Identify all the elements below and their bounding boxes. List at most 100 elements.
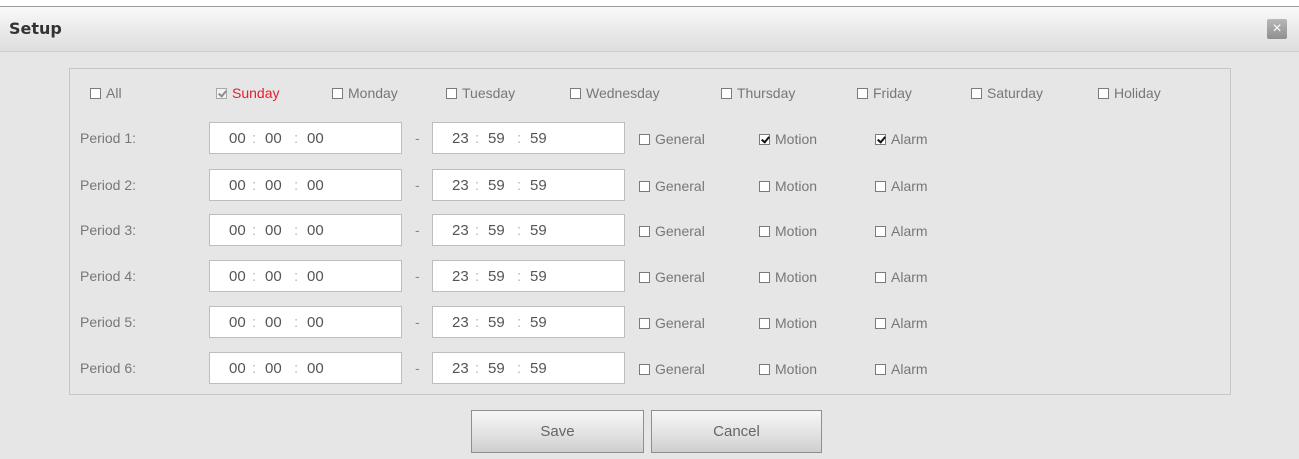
save-button[interactable]: Save [471, 410, 644, 453]
day-checkbox-saturday-box[interactable] [971, 87, 982, 99]
period-5-start-time-hour[interactable]: 00 [229, 314, 246, 331]
period-4-end-time-second[interactable]: 59 [530, 268, 547, 285]
day-checkbox-wednesday[interactable]: Wednesday [570, 85, 660, 101]
period-2-end-time-minute[interactable]: 59 [488, 177, 505, 194]
period-6-general-checkbox[interactable]: General [639, 361, 705, 377]
period-5-general-checkbox[interactable]: General [639, 315, 705, 331]
period-5-end-time[interactable]: 23 59 59:: [432, 306, 625, 338]
period-5-motion-checkbox[interactable]: Motion [759, 315, 817, 331]
period-1-end-time-hour[interactable]: 23 [452, 130, 469, 147]
period-5-end-time-minute[interactable]: 59 [488, 314, 505, 331]
period-6-end-time-hour[interactable]: 23 [452, 360, 469, 377]
period-2-start-time-hour[interactable]: 00 [229, 177, 246, 194]
period-1-general-checkbox-box[interactable] [639, 133, 650, 145]
day-checkbox-tuesday-box[interactable] [446, 87, 457, 99]
period-2-general-checkbox-box[interactable] [639, 180, 650, 192]
period-1-start-time-hour[interactable]: 00 [229, 130, 246, 147]
period-5-motion-checkbox-box[interactable] [759, 317, 770, 329]
period-4-motion-checkbox[interactable]: Motion [759, 269, 817, 285]
day-checkbox-all[interactable]: All [90, 85, 122, 101]
period-5-start-time-second[interactable]: 00 [307, 314, 324, 331]
day-checkbox-monday-box[interactable] [332, 87, 343, 99]
period-3-motion-checkbox-box[interactable] [759, 225, 770, 237]
cancel-button[interactable]: Cancel [651, 410, 822, 453]
period-6-start-time-hour[interactable]: 00 [229, 360, 246, 377]
period-4-end-time[interactable]: 23 59 59:: [432, 260, 625, 292]
period-4-start-time-minute[interactable]: 00 [265, 268, 282, 285]
period-4-alarm-checkbox[interactable]: Alarm [875, 269, 928, 285]
period-1-motion-checkbox[interactable]: Motion [759, 131, 817, 147]
day-checkbox-holiday-box[interactable] [1098, 87, 1109, 99]
period-3-start-time-hour[interactable]: 00 [229, 222, 246, 239]
period-5-end-time-hour[interactable]: 23 [452, 314, 469, 331]
period-2-start-time-minute[interactable]: 00 [265, 177, 282, 194]
period-2-end-time-second[interactable]: 59 [530, 177, 547, 194]
period-2-general-checkbox[interactable]: General [639, 178, 705, 194]
period-3-end-time-minute[interactable]: 59 [488, 222, 505, 239]
period-5-start-time[interactable]: 00 00 00:: [209, 306, 402, 338]
period-4-end-time-hour[interactable]: 23 [452, 268, 469, 285]
period-1-start-time-second[interactable]: 00 [307, 130, 324, 147]
period-6-start-time[interactable]: 00 00 00:: [209, 352, 402, 384]
period-3-general-checkbox-box[interactable] [639, 225, 650, 237]
period-1-start-time[interactable]: 00 00 00:: [209, 122, 402, 154]
period-3-motion-checkbox[interactable]: Motion [759, 223, 817, 239]
day-checkbox-saturday[interactable]: Saturday [971, 85, 1043, 101]
period-1-general-checkbox[interactable]: General [639, 131, 705, 147]
period-2-alarm-checkbox-box[interactable] [875, 180, 886, 192]
period-4-start-time[interactable]: 00 00 00:: [209, 260, 402, 292]
period-3-alarm-checkbox-box[interactable] [875, 225, 886, 237]
period-4-general-checkbox[interactable]: General [639, 269, 705, 285]
period-6-end-time-second[interactable]: 59 [530, 360, 547, 377]
day-checkbox-friday[interactable]: Friday [857, 85, 912, 101]
day-checkbox-tuesday[interactable]: Tuesday [446, 85, 515, 101]
period-6-motion-checkbox[interactable]: Motion [759, 361, 817, 377]
period-3-start-time-minute[interactable]: 00 [265, 222, 282, 239]
period-1-motion-checkbox-box[interactable] [759, 133, 770, 145]
period-4-motion-checkbox-box[interactable] [759, 271, 770, 283]
period-4-general-checkbox-box[interactable] [639, 271, 650, 283]
period-3-start-time[interactable]: 00 00 00:: [209, 214, 402, 246]
period-4-alarm-checkbox-box[interactable] [875, 271, 886, 283]
period-1-alarm-checkbox-box[interactable] [875, 133, 886, 145]
period-1-end-time-second[interactable]: 59 [530, 130, 547, 147]
period-6-start-time-minute[interactable]: 00 [265, 360, 282, 377]
period-3-end-time-hour[interactable]: 23 [452, 222, 469, 239]
day-checkbox-sunday-box[interactable] [216, 87, 227, 99]
day-checkbox-thursday-box[interactable] [721, 87, 732, 99]
period-1-start-time-minute[interactable]: 00 [265, 130, 282, 147]
day-checkbox-holiday[interactable]: Holiday [1098, 85, 1161, 101]
period-6-motion-checkbox-box[interactable] [759, 363, 770, 375]
period-4-start-time-hour[interactable]: 00 [229, 268, 246, 285]
period-2-end-time[interactable]: 23 59 59:: [432, 169, 625, 201]
period-3-end-time[interactable]: 23 59 59:: [432, 214, 625, 246]
day-checkbox-sunday[interactable]: Sunday [216, 85, 279, 101]
period-3-start-time-second[interactable]: 00 [307, 222, 324, 239]
period-5-alarm-checkbox[interactable]: Alarm [875, 315, 928, 331]
period-4-end-time-minute[interactable]: 59 [488, 268, 505, 285]
period-6-general-checkbox-box[interactable] [639, 363, 650, 375]
day-checkbox-wednesday-box[interactable] [570, 87, 581, 99]
period-6-alarm-checkbox[interactable]: Alarm [875, 361, 928, 377]
period-5-end-time-second[interactable]: 59 [530, 314, 547, 331]
period-6-end-time[interactable]: 23 59 59:: [432, 352, 625, 384]
period-2-motion-checkbox[interactable]: Motion [759, 178, 817, 194]
period-6-end-time-minute[interactable]: 59 [488, 360, 505, 377]
period-5-alarm-checkbox-box[interactable] [875, 317, 886, 329]
period-4-start-time-second[interactable]: 00 [307, 268, 324, 285]
day-checkbox-monday[interactable]: Monday [332, 85, 398, 101]
period-6-start-time-second[interactable]: 00 [307, 360, 324, 377]
period-5-general-checkbox-box[interactable] [639, 317, 650, 329]
close-icon[interactable]: × [1267, 19, 1287, 39]
period-2-start-time[interactable]: 00 00 00:: [209, 169, 402, 201]
period-2-start-time-second[interactable]: 00 [307, 177, 324, 194]
period-1-alarm-checkbox[interactable]: Alarm [875, 131, 928, 147]
period-2-end-time-hour[interactable]: 23 [452, 177, 469, 194]
period-1-end-time[interactable]: 23 59 59:: [432, 122, 625, 154]
period-2-motion-checkbox-box[interactable] [759, 180, 770, 192]
period-1-end-time-minute[interactable]: 59 [488, 130, 505, 147]
day-checkbox-thursday[interactable]: Thursday [721, 85, 795, 101]
period-3-end-time-second[interactable]: 59 [530, 222, 547, 239]
period-3-alarm-checkbox[interactable]: Alarm [875, 223, 928, 239]
period-5-start-time-minute[interactable]: 00 [265, 314, 282, 331]
